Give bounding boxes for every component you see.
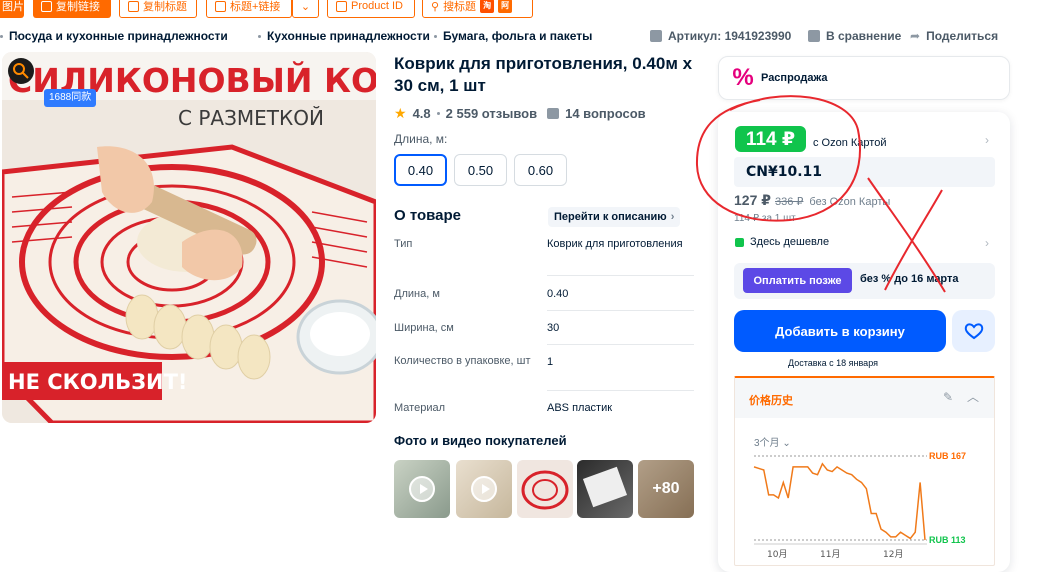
price-history-panel: 价格历史 ✎ ︿ 3个月 ⌄ RUB 167 RUB 113 10月 11月 12月 xyxy=(734,376,995,566)
x-tick-label: 11月 xyxy=(820,549,840,560)
red-circle-mark xyxy=(695,95,861,222)
x-tick-label: 12月 xyxy=(883,549,903,560)
price-line xyxy=(753,462,926,541)
red-cross-mark xyxy=(867,177,946,293)
x-tick-label: 10月 xyxy=(767,549,787,560)
price-series-line xyxy=(753,462,926,541)
max-price-label: RUB 167 xyxy=(929,451,966,461)
price-history-chart: RUB 167 RUB 113 10月 11月 12月 xyxy=(753,451,966,560)
min-price-label: RUB 113 xyxy=(929,535,966,545)
